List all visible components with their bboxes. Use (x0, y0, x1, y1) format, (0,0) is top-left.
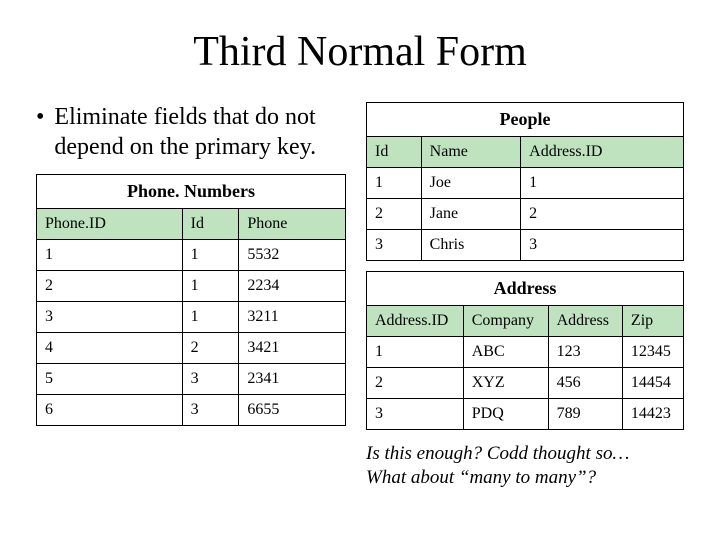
bullet-item: • Eliminate fields that do not depend on… (36, 102, 346, 162)
col-header: Zip (622, 306, 683, 337)
address-table: Address Address.ID Company Address Zip 1… (366, 271, 684, 430)
table-row: 3Chris3 (367, 230, 684, 261)
table-row: 636655 (37, 395, 346, 426)
col-header: Phone (239, 209, 346, 240)
col-header: Address.ID (367, 306, 464, 337)
footnote-line: What about “many to many”? (366, 466, 684, 490)
table-row: 3PDQ78914423 (367, 399, 684, 430)
col-header: Name (421, 137, 521, 168)
table-row: 212234 (37, 271, 346, 302)
col-header: Address (548, 306, 622, 337)
table-row: 532341 (37, 364, 346, 395)
col-header: Phone.ID (37, 209, 183, 240)
table-row: Phone.ID Id Phone (37, 209, 346, 240)
phone-numbers-table: Phone. Numbers Phone.ID Id Phone 115532 … (36, 174, 346, 426)
col-header: Company (463, 306, 548, 337)
footnote: Is this enough? Codd thought so… What ab… (366, 442, 684, 490)
col-header: Id (182, 209, 239, 240)
table-row: 1Joe1 (367, 168, 684, 199)
bullet-dot-icon: • (36, 102, 44, 162)
people-table: People Id Name Address.ID 1Joe1 2Jane2 3… (366, 102, 684, 261)
address-caption: Address (367, 272, 684, 306)
table-row: Id Name Address.ID (367, 137, 684, 168)
col-header: Address.ID (521, 137, 684, 168)
table-row: 2XYZ45614454 (367, 368, 684, 399)
table-row: 313211 (37, 302, 346, 333)
bullet-text: Eliminate fields that do not depend on t… (54, 102, 346, 162)
phone-caption: Phone. Numbers (37, 175, 346, 209)
footnote-line: Is this enough? Codd thought so… (366, 442, 684, 466)
table-row: Address.ID Company Address Zip (367, 306, 684, 337)
table-row: 1ABC12312345 (367, 337, 684, 368)
table-row: 2Jane2 (367, 199, 684, 230)
table-row: 115532 (37, 240, 346, 271)
people-caption: People (367, 103, 684, 137)
table-row: 423421 (37, 333, 346, 364)
col-header: Id (367, 137, 422, 168)
page-title: Third Normal Form (36, 28, 684, 76)
